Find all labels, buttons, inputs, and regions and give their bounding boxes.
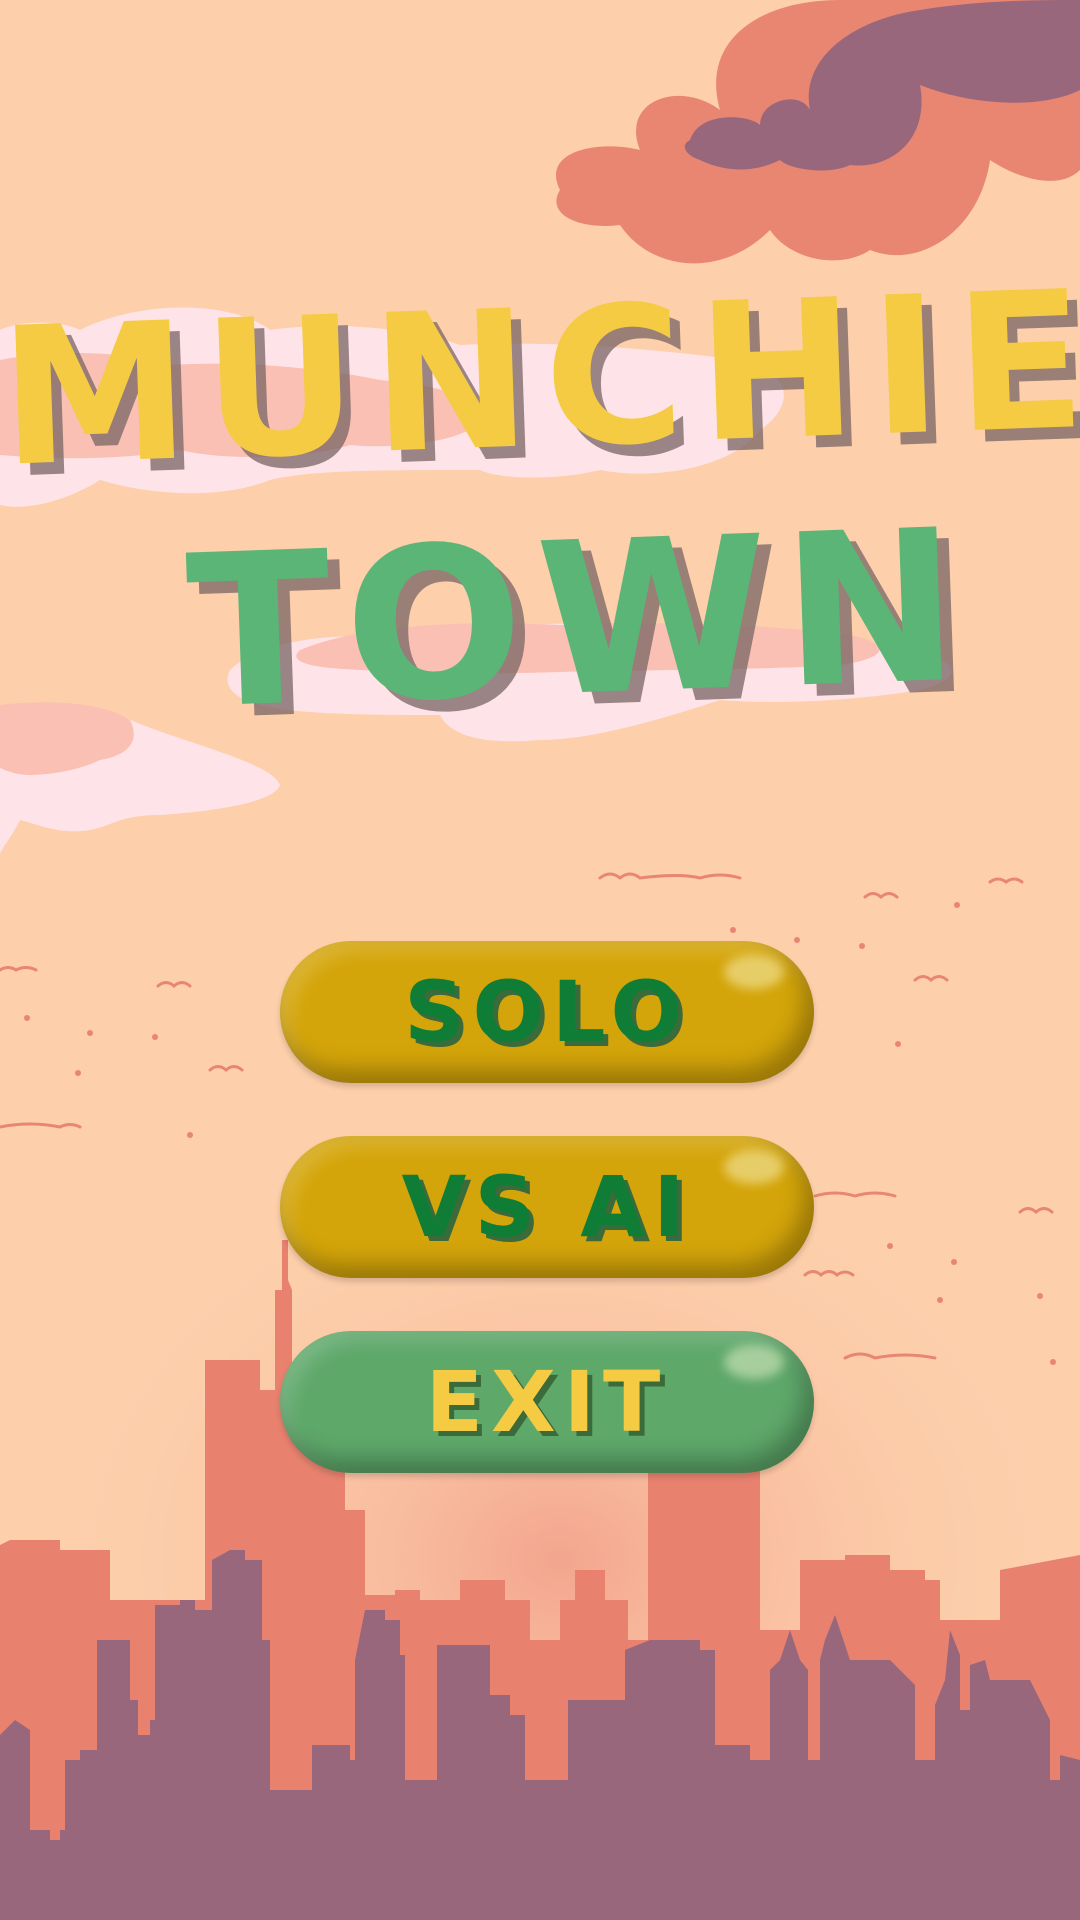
title-town: TOWN: [183, 483, 977, 756]
button-glare: [724, 955, 784, 989]
button-glare: [724, 1345, 784, 1379]
title-munchie: MUNCHIE: [0, 249, 1080, 509]
exit-button-label: EXIT: [425, 1353, 669, 1451]
exit-button[interactable]: EXIT: [280, 1331, 814, 1473]
solo-button-label: SOLO: [404, 963, 690, 1061]
vs-ai-button-label: VS AI: [401, 1158, 693, 1256]
vs-ai-button[interactable]: VS AI: [280, 1136, 814, 1278]
solo-button[interactable]: SOLO: [280, 941, 814, 1083]
button-glare: [724, 1150, 784, 1184]
